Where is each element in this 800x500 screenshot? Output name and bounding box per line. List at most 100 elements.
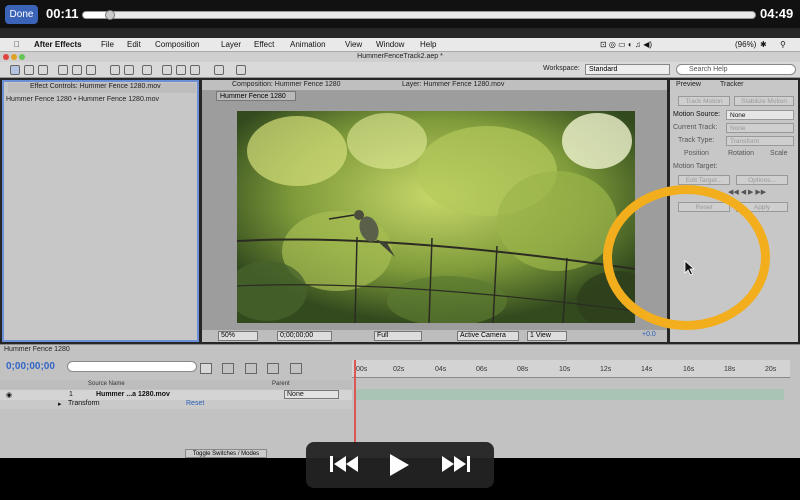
apple-icon[interactable]:  (14, 40, 20, 49)
search-icon[interactable]: ⚲ (780, 40, 786, 49)
current-track-label: Current Track: (673, 124, 718, 131)
resolution-select[interactable]: Full (374, 331, 422, 341)
motion-source-select[interactable]: None (726, 110, 794, 120)
expand-triangle-icon[interactable]: ▸ (58, 400, 62, 408)
tick-20s: 20s (765, 366, 777, 373)
tick-10s: 10s (559, 366, 571, 373)
menu-animation[interactable]: Animation (290, 40, 326, 49)
effect-controls-tab-label: Effect Controls: Hummer Fence 1280.mov (30, 83, 161, 90)
scrubber-knob[interactable] (104, 10, 115, 20)
text-tool-icon[interactable] (142, 65, 152, 75)
rewind-icon[interactable] (328, 452, 362, 476)
fast-forward-icon[interactable] (438, 452, 472, 476)
help-search-input[interactable]: Search Help (676, 64, 796, 75)
rotate-tool-icon[interactable] (58, 65, 68, 75)
analyze-controls-icon[interactable]: ◀◀ ◀ ▶ ▶▶ (728, 188, 766, 196)
position-checkbox[interactable]: Position (684, 150, 709, 157)
hand-tool-icon[interactable] (24, 65, 34, 75)
menu-window[interactable]: Window (376, 40, 404, 49)
timeline-switch-icons[interactable] (200, 361, 330, 374)
playhead[interactable] (354, 360, 356, 445)
tick-04s: 04s (435, 366, 447, 373)
timeline-tab[interactable]: Hummer Fence 1280 (4, 346, 70, 353)
visibility-eye-icon[interactable]: ◉ (6, 391, 12, 399)
transport-controls (306, 442, 494, 488)
camera-select[interactable]: Active Camera (457, 331, 519, 341)
minimize-window-icon[interactable] (11, 54, 17, 60)
layer-name[interactable]: Hummer ...a 1280.mov (96, 391, 170, 398)
parent-select[interactable]: None (284, 390, 339, 399)
roto-brush-tool-icon[interactable] (214, 65, 224, 75)
tab-tracker[interactable]: Tracker (720, 81, 743, 88)
bluetooth-icon[interactable]: ✱ (760, 40, 767, 49)
tab-preview[interactable]: Preview (676, 81, 701, 88)
composition-viewer[interactable] (237, 111, 635, 323)
composition-name-button[interactable]: Hummer Fence 1280 (216, 91, 296, 101)
menu-effect[interactable]: Effect (254, 40, 274, 49)
shape-tool-icon[interactable] (110, 65, 120, 75)
track-type-label: Track Type: (678, 137, 715, 144)
battery-percent: (96%) (735, 40, 757, 49)
time-ruler[interactable]: 00s 02s 04s 06s 08s 10s 12s 14s 16s 18s … (352, 360, 790, 378)
stabilize-motion-button[interactable]: Stabilize Motion (734, 96, 794, 106)
track-type-select[interactable]: Transform (726, 136, 794, 146)
status-icons: ⊡ ◎ ▭ ◐ ♫ ◀) (600, 40, 653, 49)
viewer-timecode[interactable]: 0;00;00;00 (277, 331, 332, 341)
rotation-checkbox[interactable]: Rotation (728, 150, 754, 157)
clone-stamp-tool-icon[interactable] (176, 65, 186, 75)
time-elapsed: 00:11 (46, 6, 79, 21)
tick-02s: 02s (393, 366, 405, 373)
tick-12s: 12s (600, 366, 612, 373)
timeline-timecode[interactable]: 0;00;00;00 (6, 361, 55, 372)
play-icon[interactable] (386, 452, 412, 478)
exposure-value[interactable]: +0.0 (640, 331, 662, 341)
view-layout-select[interactable]: 1 View (527, 331, 567, 341)
workspace-select[interactable]: Standard (585, 64, 670, 75)
menu-view[interactable]: View (345, 40, 362, 49)
puppet-pin-tool-icon[interactable] (236, 65, 246, 75)
layer-index: 1 (69, 391, 73, 398)
motion-target-label: Motion Target: (673, 163, 718, 170)
tick-14s: 14s (641, 366, 653, 373)
layer-row[interactable]: ◉ 1 Hummer ...a 1280.mov None (0, 390, 352, 400)
effect-controls-tab[interactable]: Effect Controls: Hummer Fence 1280.mov (8, 83, 196, 93)
done-button[interactable]: Done (5, 5, 38, 24)
menu-app-name[interactable]: After Effects (34, 40, 82, 49)
tick-08s: 08s (517, 366, 529, 373)
tick-18s: 18s (724, 366, 736, 373)
zoom-select[interactable]: 50% (218, 331, 258, 341)
edit-target-button[interactable]: Edit Target... (678, 175, 730, 185)
menu-composition[interactable]: Composition (155, 40, 199, 49)
eraser-tool-icon[interactable] (190, 65, 200, 75)
menu-file[interactable]: File (101, 40, 114, 49)
camera-tool-icon[interactable] (72, 65, 82, 75)
transform-row[interactable]: ▸ Transform Reset (0, 400, 352, 409)
close-window-icon[interactable] (3, 54, 9, 60)
layer-duration-bar[interactable] (356, 389, 784, 400)
parent-header[interactable]: Parent (272, 381, 290, 387)
zoom-tool-icon[interactable] (38, 65, 48, 75)
timeline-search-input[interactable] (67, 361, 197, 372)
zoom-window-icon[interactable] (19, 54, 25, 60)
timeline-column-header: Source Name Parent (0, 380, 352, 389)
menu-help[interactable]: Help (420, 40, 436, 49)
scale-checkbox[interactable]: Scale (770, 150, 788, 157)
layer-tab[interactable]: Layer: Hummer Fence 1280.mov (402, 81, 504, 88)
brush-tool-icon[interactable] (162, 65, 172, 75)
options-button[interactable]: Options... (736, 175, 788, 185)
effect-controls-panel: Effect Controls: Hummer Fence 1280.mov H… (2, 80, 199, 342)
pan-behind-tool-icon[interactable] (86, 65, 96, 75)
track-motion-button[interactable]: Track Motion (678, 96, 730, 106)
current-track-select[interactable]: None (726, 123, 794, 133)
menu-layer[interactable]: Layer (221, 40, 241, 49)
source-name-header[interactable]: Source Name (88, 381, 125, 387)
selection-tool-icon[interactable] (10, 65, 20, 75)
tick-00s: 00s (356, 366, 368, 373)
toggle-switches-modes-button[interactable]: Toggle Switches / Modes (185, 449, 267, 458)
tick-06s: 06s (476, 366, 488, 373)
menu-edit[interactable]: Edit (127, 40, 141, 49)
composition-tab[interactable]: Composition: Hummer Fence 1280 (232, 81, 341, 88)
pen-tool-icon[interactable] (124, 65, 134, 75)
scrubber-track[interactable] (82, 10, 756, 20)
transform-reset-link[interactable]: Reset (186, 400, 204, 407)
